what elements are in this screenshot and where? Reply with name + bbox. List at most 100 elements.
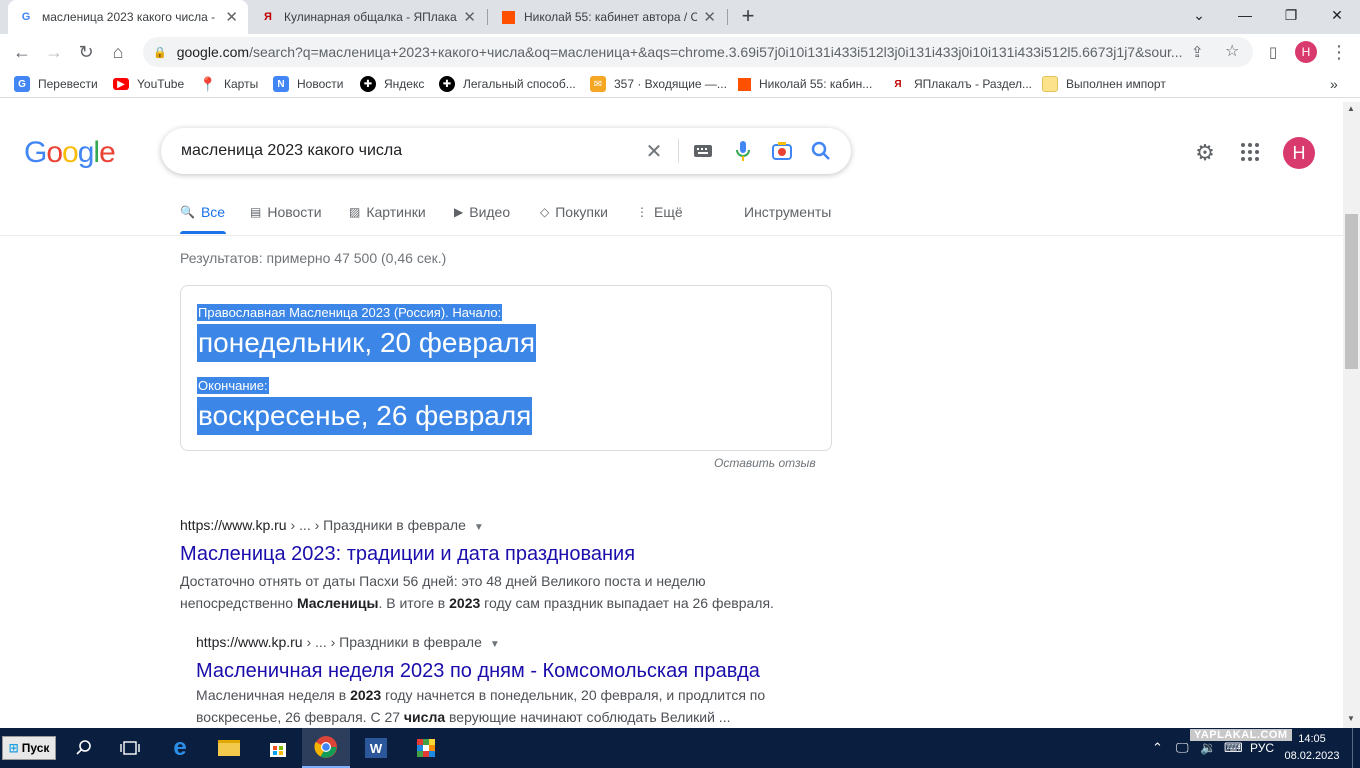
snippet-line: непосредственно Масленицы. В итоге в 202… bbox=[180, 595, 774, 611]
forward-arrow-icon[interactable]: → bbox=[39, 37, 69, 67]
close-window-icon[interactable]: ✕ bbox=[1314, 0, 1360, 30]
taskbar-search-icon[interactable] bbox=[60, 728, 108, 768]
word-icon[interactable]: W bbox=[352, 728, 400, 768]
show-desktop-button[interactable] bbox=[1352, 728, 1360, 768]
page-scrollbar[interactable]: ▲ ▼ bbox=[1343, 102, 1360, 728]
new-tab-plus-icon[interactable]: + bbox=[736, 4, 760, 28]
chrome-menu-icon[interactable]: ⋮ bbox=[1324, 37, 1354, 67]
home-icon[interactable]: ⌂ bbox=[103, 37, 133, 67]
rubiks-cube-icon[interactable] bbox=[402, 728, 450, 768]
result-title-link[interactable]: Масленичная неделя 2023 по дням - Комсом… bbox=[196, 660, 760, 683]
keyboard-layout-icon[interactable]: ⌨ bbox=[1224, 740, 1243, 756]
browser-tab[interactable]: Я Кулинарная общалка - ЯПлакал ✕ bbox=[250, 0, 486, 34]
snippet-line: Достаточно отнять от даты Пасхи 56 дней:… bbox=[180, 573, 706, 589]
profile-avatar[interactable]: Н bbox=[1295, 41, 1317, 63]
volume-icon[interactable]: 🔉 bbox=[1200, 740, 1216, 756]
search-submit-icon[interactable] bbox=[809, 139, 833, 163]
bookmark-yaplakal[interactable]: Я ЯПлакалъ - Раздел... bbox=[890, 75, 1032, 93]
google-account-avatar[interactable]: Н bbox=[1283, 137, 1315, 169]
network-icon[interactable]: 🖵 bbox=[1176, 740, 1189, 756]
language-indicator[interactable]: РУС bbox=[1250, 741, 1274, 755]
restore-icon[interactable]: ❐ bbox=[1268, 0, 1314, 30]
task-view-icon[interactable] bbox=[106, 728, 154, 768]
news-icon: ▤ bbox=[250, 205, 262, 219]
tab-images[interactable]: ▨ Картинки bbox=[349, 204, 426, 220]
tab-title: масленица 2023 какого числа - bbox=[42, 10, 216, 24]
tab-separator bbox=[487, 9, 488, 25]
keyboard-icon[interactable] bbox=[691, 139, 715, 163]
bookmarks-overflow-icon[interactable]: » bbox=[1330, 75, 1338, 93]
tab-label: Видео bbox=[469, 204, 511, 220]
close-tab-icon[interactable]: ✕ bbox=[225, 8, 238, 26]
maps-pin-icon: 📍 bbox=[199, 75, 217, 92]
bookmark-youtube[interactable]: ▶ YouTube bbox=[113, 75, 184, 93]
result-menu-caret-icon[interactable]: ▼ bbox=[490, 639, 500, 650]
bookmark-news[interactable]: N Новости bbox=[273, 75, 343, 93]
url-text: google.com/search?q=масленица+2023+каког… bbox=[176, 44, 1183, 60]
back-arrow-icon[interactable]: ← bbox=[7, 37, 37, 67]
settings-gear-icon[interactable]: ⚙ bbox=[1192, 140, 1218, 166]
bookmark-mail[interactable]: ✉ 357 · Входящие —... bbox=[590, 75, 727, 93]
tab-shopping[interactable]: ◇ Покупки bbox=[540, 204, 608, 220]
microphone-icon[interactable] bbox=[731, 139, 755, 163]
scroll-up-icon[interactable]: ▲ bbox=[1347, 104, 1355, 113]
clock-time: 14:05 bbox=[1298, 733, 1326, 745]
result-site: https://www.kp.ru bbox=[196, 634, 303, 650]
bookmark-label: Николай 55: кабин... bbox=[759, 77, 873, 91]
tab-news[interactable]: ▤ Новости bbox=[250, 204, 322, 220]
result-snippet: Достаточно отнять от даты Пасхи 56 дней:… bbox=[180, 570, 774, 614]
address-bar[interactable]: 🔒 google.com/search?q=масленица+2023+как… bbox=[143, 37, 1253, 67]
tab-strip: G масленица 2023 какого числа - ✕ Я Кули… bbox=[0, 0, 1360, 34]
bookmark-star-icon[interactable]: ☆ bbox=[1225, 41, 1239, 61]
file-explorer-icon[interactable] bbox=[205, 728, 253, 768]
minimize-icon[interactable]: — bbox=[1222, 0, 1268, 30]
answer-start-date: понедельник, 20 февраля bbox=[197, 324, 537, 362]
bookmark-yandex[interactable]: ✚ Яндекс bbox=[360, 75, 424, 93]
search-input[interactable]: масленица 2023 какого числа bbox=[181, 142, 402, 160]
share-icon[interactable]: ⇪ bbox=[1191, 43, 1204, 61]
close-tab-icon[interactable]: ✕ bbox=[703, 8, 716, 26]
store-icon[interactable] bbox=[254, 728, 302, 768]
bookmark-import-folder[interactable]: Выполнен импорт bbox=[1042, 75, 1166, 93]
close-tab-icon[interactable]: ✕ bbox=[463, 8, 476, 26]
tab-search-chevron-icon[interactable]: ⌄ bbox=[1176, 0, 1222, 30]
bookmark-label: YouTube bbox=[137, 77, 185, 91]
result-title-link[interactable]: Масленица 2023: традиции и дата празднов… bbox=[180, 543, 635, 566]
bookmark-label: Выполнен импорт bbox=[1066, 77, 1166, 91]
result-breadcrumb: › ... › Праздники в феврале bbox=[302, 634, 482, 650]
active-tab-indicator bbox=[180, 231, 226, 234]
camera-lens-icon[interactable] bbox=[770, 139, 794, 163]
video-icon: ▶ bbox=[454, 205, 464, 219]
bookmark-legal[interactable]: ✚ Легальный способ... bbox=[439, 75, 576, 93]
clock[interactable]: 14:05 08.02.2023 bbox=[1282, 731, 1342, 765]
result-menu-caret-icon[interactable]: ▼ bbox=[474, 522, 484, 533]
scrollbar-thumb[interactable] bbox=[1345, 214, 1358, 369]
clear-search-icon[interactable]: ✕ bbox=[642, 139, 666, 163]
tab-video[interactable]: ▶ Видео bbox=[454, 204, 510, 220]
google-logo[interactable]: Google bbox=[24, 136, 116, 170]
scroll-down-icon[interactable]: ▼ bbox=[1347, 714, 1355, 723]
side-panel-icon[interactable]: ▯ bbox=[1258, 37, 1288, 67]
mail-icon: ✉ bbox=[590, 76, 606, 92]
translate-icon: G bbox=[14, 76, 30, 92]
tray-chevron-icon[interactable]: ⌃ bbox=[1152, 740, 1163, 756]
chrome-taskbar-icon[interactable] bbox=[302, 728, 350, 768]
start-button[interactable]: ⊞ Пуск bbox=[2, 736, 56, 760]
bookmark-translate[interactable]: G Перевести bbox=[14, 75, 98, 93]
tab-label: Все bbox=[200, 204, 226, 220]
bookmark-nikolay[interactable]: Николай 55: кабин... bbox=[738, 75, 872, 93]
bookmark-maps[interactable]: 📍 Карты bbox=[199, 75, 258, 93]
tab-separator bbox=[727, 9, 728, 25]
folder-icon bbox=[1042, 76, 1058, 92]
browser-tab-active[interactable]: G масленица 2023 какого числа - ✕ bbox=[8, 0, 248, 34]
result-cite: https://www.kp.ru › ... › Праздники в фе… bbox=[196, 634, 500, 650]
tools-button[interactable]: Инструменты bbox=[744, 204, 831, 220]
tab-more[interactable]: ⋮ Ещё bbox=[636, 204, 683, 220]
yaplakal-icon: Я bbox=[894, 78, 902, 90]
apps-grid-icon[interactable] bbox=[1240, 142, 1260, 167]
edge-browser-icon[interactable]: e bbox=[156, 728, 204, 768]
tab-all[interactable]: 🔍 Все bbox=[180, 204, 225, 220]
feedback-link[interactable]: Оставить отзыв bbox=[714, 456, 816, 470]
reload-icon[interactable]: ↻ bbox=[71, 37, 101, 67]
browser-tab[interactable]: Николай 55: кабинет автора / С ✕ bbox=[490, 0, 726, 34]
